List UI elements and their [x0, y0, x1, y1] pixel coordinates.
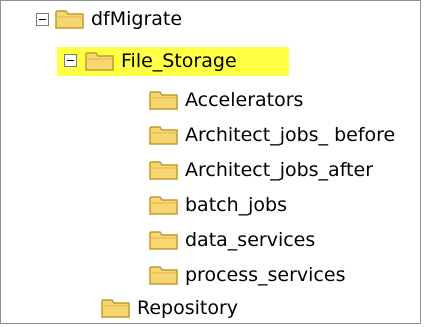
tree-node-process-services[interactable]: process_services [1, 257, 420, 293]
folder-icon [149, 91, 178, 110]
folder-icon [55, 10, 84, 29]
tree-node-data-services[interactable]: data_services [1, 222, 420, 258]
tree-node-accelerators[interactable]: Accelerators [1, 82, 420, 118]
tree-node-architect-jobs-after[interactable]: Architect_jobs_after [1, 152, 420, 188]
tree-node-label: File_Storage [121, 50, 237, 72]
tree-node-label: batch_jobs [185, 194, 288, 216]
folder-icon [149, 126, 178, 145]
tree-node-label: Architect_jobs_ before [185, 124, 396, 146]
collapse-toggle-icon[interactable] [64, 54, 77, 67]
folder-icon [149, 196, 178, 215]
tree-node-label: Architect_jobs_after [185, 159, 374, 181]
tree-node-architect-jobs-before[interactable]: Architect_jobs_ before [1, 117, 420, 153]
tree-node-label: process_services [185, 264, 346, 286]
folder-icon [101, 299, 130, 318]
folder-icon [85, 52, 114, 71]
tree-node-label: Accelerators [185, 89, 304, 111]
tree-node-label: Repository [137, 297, 239, 319]
collapse-toggle-icon[interactable] [36, 13, 49, 26]
folder-tree-panel: dfMigrate File_Storage Accelerators Arch… [0, 0, 421, 324]
tree-node-label: data_services [185, 229, 316, 251]
tree-node-batch-jobs[interactable]: batch_jobs [1, 187, 420, 223]
tree-node-dfmigrate[interactable]: dfMigrate [1, 1, 420, 37]
folder-icon [149, 161, 178, 180]
tree-node-label: dfMigrate [91, 8, 183, 30]
folder-icon [149, 231, 178, 250]
tree-node-file-storage[interactable]: File_Storage [1, 41, 420, 77]
tree-node-repository[interactable]: Repository [1, 291, 420, 327]
folder-icon [149, 266, 178, 285]
